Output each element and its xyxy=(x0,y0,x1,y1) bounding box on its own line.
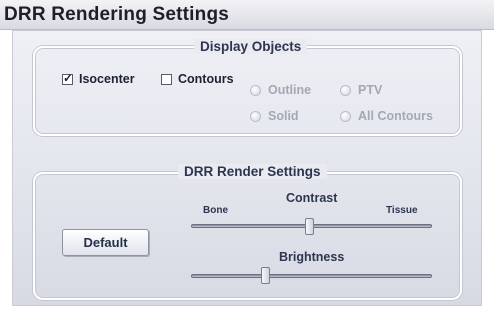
isocenter-checkbox-box[interactable]: ✓ xyxy=(62,70,74,85)
brightness-label: Brightness xyxy=(279,250,345,264)
solid-radio-button[interactable] xyxy=(250,110,261,122)
solid-label: Solid xyxy=(268,109,299,123)
window-title: DRR Rendering Settings xyxy=(0,0,494,30)
all-contours-radio[interactable]: All Contours xyxy=(340,109,433,123)
contours-label: Contours xyxy=(178,72,234,86)
ptv-label: PTV xyxy=(358,83,383,97)
outline-label: Outline xyxy=(268,83,312,97)
contrast-min-label: Bone xyxy=(203,205,228,216)
contours-checkbox[interactable]: Contours xyxy=(161,72,234,86)
brightness-slider-thumb[interactable] xyxy=(260,267,270,284)
render-settings-title: DRR Render Settings xyxy=(178,164,327,179)
ptv-radio[interactable]: PTV xyxy=(340,83,382,97)
outline-radio-button[interactable] xyxy=(250,84,261,96)
contrast-max-label: Tissue xyxy=(386,205,418,216)
default-button[interactable]: Default xyxy=(62,229,149,256)
isocenter-label: Isocenter xyxy=(79,72,135,86)
contours-checkbox-box[interactable] xyxy=(161,73,172,85)
brightness-slider-track[interactable] xyxy=(191,274,432,278)
solid-radio[interactable]: Solid xyxy=(250,109,299,123)
all-contours-radio-button[interactable] xyxy=(340,110,351,122)
outline-radio[interactable]: Outline xyxy=(250,83,311,97)
ptv-radio-button[interactable] xyxy=(340,84,351,96)
all-contours-label: All Contours xyxy=(358,109,433,123)
contrast-slider-thumb[interactable] xyxy=(304,218,314,235)
isocenter-checkbox[interactable]: ✓ Isocenter xyxy=(62,70,135,86)
display-objects-title: Display Objects xyxy=(194,39,308,54)
contrast-label: Contrast xyxy=(286,191,338,205)
dialog-window: DRR Rendering Settings Display Objects ✓… xyxy=(0,0,494,318)
checkmark-icon: ✓ xyxy=(63,70,74,85)
